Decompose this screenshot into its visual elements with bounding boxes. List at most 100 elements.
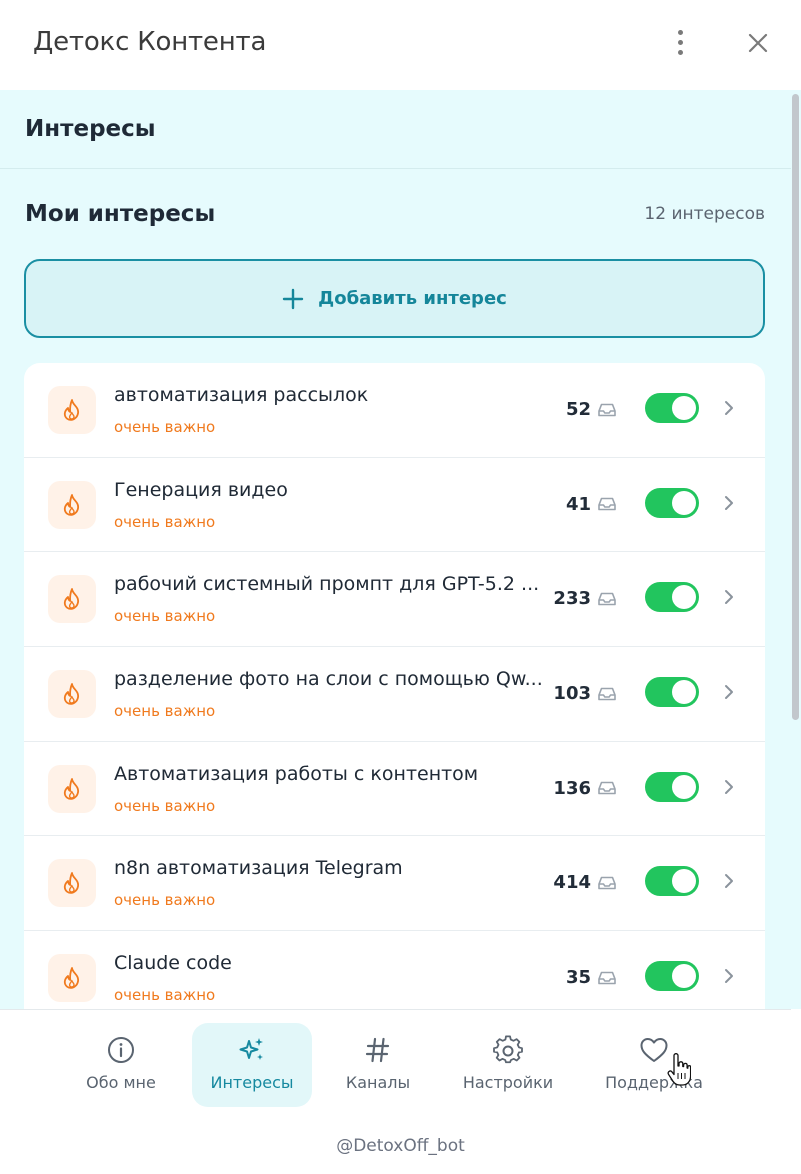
bottom-nav: Обо мне Интересы Каналы Настройки Поддер… [0, 1009, 791, 1119]
interest-priority: очень важно [114, 702, 216, 721]
flame-icon [48, 480, 96, 529]
interest-toggle[interactable] [645, 677, 699, 708]
interest-name: Автоматизация работы с контентом [114, 762, 479, 785]
interest-name: автоматизация рассылок [114, 384, 369, 406]
gear-icon [493, 1035, 523, 1064]
interest-count: 233 [553, 588, 591, 610]
close-icon[interactable] [740, 25, 776, 61]
info-icon [108, 1037, 134, 1063]
interest-item[interactable]: разделение фото на слои с помощью Qw... … [24, 647, 765, 742]
interest-toggle[interactable] [645, 487, 699, 518]
chevron-right-icon[interactable] [721, 966, 737, 986]
interest-item[interactable]: Claude code очень важно 35 [24, 931, 765, 1009]
interest-count: 103 [553, 683, 591, 705]
chevron-right-icon[interactable] [721, 871, 737, 891]
section-title: Интересы [25, 116, 156, 142]
add-interest-button[interactable]: Добавить интерес [24, 259, 765, 338]
interest-count-group: 136 [553, 778, 617, 799]
interest-count: 414 [553, 872, 591, 894]
window-title: Детокс Контента [33, 27, 267, 57]
nav-channels[interactable]: Каналы [318, 1023, 438, 1107]
interest-count-group: 103 [553, 683, 617, 704]
interest-name: разделение фото на слои с помощью Qw... [114, 668, 543, 691]
chevron-right-icon[interactable] [721, 398, 737, 418]
interest-count: 52 [565, 399, 591, 420]
interest-priority: очень важно [114, 607, 216, 626]
interest-count-group: 52 [566, 399, 617, 420]
chevron-right-icon[interactable] [721, 587, 737, 607]
flame-icon [48, 575, 96, 624]
add-interest-label: Добавить интерес [318, 288, 507, 309]
interest-priority: очень важно [114, 512, 216, 531]
interest-priority: очень важно [114, 986, 216, 1005]
nav-channels-label: Каналы [345, 1073, 411, 1092]
toggle-knob [672, 964, 696, 989]
interest-toggle[interactable] [645, 771, 699, 802]
nav-settings-label: Настройки [462, 1073, 554, 1092]
interest-item[interactable]: Генерация видео очень важно 41 [24, 458, 765, 553]
chevron-right-icon[interactable] [721, 493, 737, 513]
heart-icon [640, 1038, 668, 1062]
scrollbar-thumb[interactable] [792, 94, 799, 720]
interest-name: Генерация видео [114, 478, 288, 501]
inbox-icon [598, 497, 616, 511]
flame-icon [48, 386, 96, 434]
inbox-icon [598, 403, 616, 416]
nav-settings[interactable]: Настройки [448, 1023, 568, 1107]
interest-count-group: 233 [553, 588, 617, 609]
interest-count-group: 414 [553, 872, 617, 893]
interest-count-group: 41 [566, 494, 617, 515]
interest-priority: очень важно [114, 796, 216, 815]
interest-item[interactable]: Автоматизация работы с контентом очень в… [24, 742, 765, 837]
toggle-knob [672, 490, 696, 515]
interest-count: 35 [565, 967, 591, 989]
hash-icon [365, 1037, 390, 1063]
my-interests-title: Мои интересы [25, 201, 216, 227]
toggle-knob [672, 396, 696, 420]
nav-support[interactable]: Поддержка [594, 1023, 714, 1107]
interest-count: 136 [553, 777, 591, 799]
flame-icon [48, 954, 96, 1003]
window-header: Детокс Контента [0, 0, 801, 90]
inbox-icon [598, 687, 616, 700]
section-header: Интересы [0, 90, 791, 169]
interest-toggle[interactable] [645, 393, 699, 423]
toggle-knob [672, 869, 696, 894]
nav-interests-label: Интересы [210, 1073, 294, 1092]
interests-list: автоматизация рассылок очень важно 52 Ге… [24, 363, 765, 1009]
interest-item[interactable]: автоматизация рассылок очень важно 52 [24, 363, 765, 458]
chevron-right-icon[interactable] [721, 682, 737, 702]
interest-item[interactable]: рабочий системный промпт для GPT-5.2 ...… [24, 552, 765, 648]
sparkles-icon [239, 1038, 263, 1060]
interest-count-group: 35 [566, 967, 617, 988]
interest-toggle[interactable] [645, 866, 699, 897]
flame-icon [48, 670, 96, 719]
toggle-knob [672, 774, 696, 799]
interests-count: 12 интересов [644, 204, 765, 224]
nav-about[interactable]: Обо мне [61, 1023, 181, 1107]
interest-name: рабочий системный промпт для GPT-5.2 ... [114, 573, 540, 596]
interest-toggle[interactable] [645, 961, 699, 992]
plus-icon [282, 288, 304, 309]
nav-about-label: Обо мне [86, 1073, 156, 1092]
inbox-icon [598, 876, 616, 890]
kebab-menu-icon[interactable] [664, 24, 696, 60]
inbox-icon [598, 781, 616, 795]
app-window: Детокс Контента Интересы Мои интересы 12… [0, 0, 801, 1174]
interest-priority: очень важно [114, 418, 216, 436]
content-area: Интересы Мои интересы 12 интересов Добав… [0, 90, 801, 1009]
interest-priority: очень важно [114, 891, 216, 910]
chevron-right-icon[interactable] [721, 777, 737, 797]
nav-interests[interactable]: Интересы [192, 1023, 312, 1107]
interest-count: 41 [565, 493, 591, 515]
interest-toggle[interactable] [645, 582, 699, 613]
flame-icon [48, 859, 96, 908]
interest-item[interactable]: n8n автоматизация Telegram очень важно 4… [24, 836, 765, 932]
interest-name: Claude code [114, 952, 232, 975]
inbox-icon [598, 971, 616, 984]
toggle-knob [672, 585, 696, 610]
inbox-icon [598, 592, 616, 606]
footer-bot-handle: @DetoxOff_bot [336, 1136, 465, 1156]
flame-icon [48, 764, 96, 813]
toggle-knob [672, 680, 696, 705]
